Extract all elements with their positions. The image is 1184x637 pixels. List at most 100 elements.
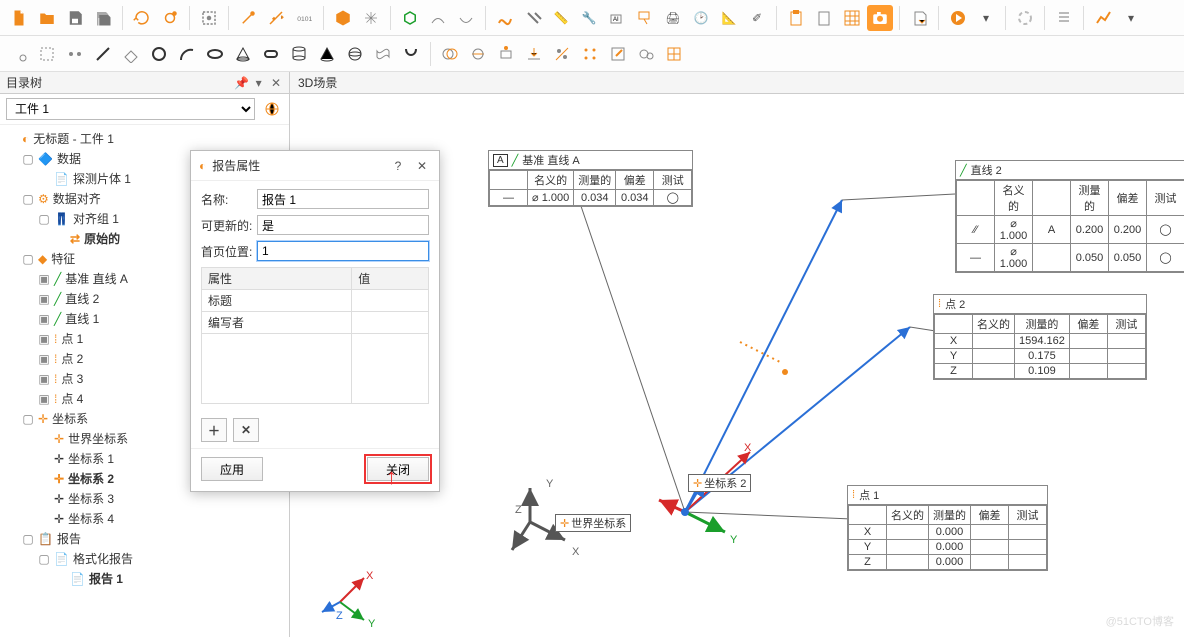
compass-icon[interactable]: ✐ — [744, 5, 770, 31]
surface-tool-icon[interactable] — [370, 41, 396, 67]
spinner-icon[interactable] — [1012, 5, 1038, 31]
tb2-1-icon[interactable] — [6, 41, 32, 67]
align-icon[interactable] — [263, 5, 289, 31]
updatable-input[interactable] — [257, 215, 429, 235]
world-cs-label: ✛世界坐标系 — [555, 514, 631, 532]
workpiece-select[interactable]: 工件 1 — [6, 98, 255, 120]
project-icon[interactable] — [521, 41, 547, 67]
line-tool-icon[interactable] — [90, 41, 116, 67]
slot-tool-icon[interactable] — [258, 41, 284, 67]
cone-tool-icon[interactable] — [230, 41, 256, 67]
dialog-close-icon[interactable]: ✕ — [413, 159, 431, 173]
cube-icon[interactable] — [330, 5, 356, 31]
tb2-2-icon[interactable] — [34, 41, 60, 67]
parab-tool-icon[interactable] — [398, 41, 424, 67]
toolbar-2 — [0, 36, 1184, 72]
callout-datum-line-a[interactable]: A╱基准 直线 A 名义的测量的偏差测试 —1.0000.0340.034◯ — [488, 150, 693, 207]
box-icon[interactable] — [397, 5, 423, 31]
gauge-icon[interactable]: 🕑 — [688, 5, 714, 31]
watermark: @51CTO博客 — [1106, 613, 1174, 629]
surf1-icon[interactable] — [425, 5, 451, 31]
list-icon[interactable] — [1051, 5, 1077, 31]
callout-point-2[interactable]: ⁞点 2 名义的测量的偏差测试 X1594.162 Y0.175 Z0.109 — [933, 294, 1147, 380]
panel-close-icon[interactable]: ✕ — [269, 76, 283, 90]
first-page-input[interactable] — [257, 241, 429, 261]
clipboard2-icon[interactable] — [811, 5, 837, 31]
curve-icon[interactable] — [492, 5, 518, 31]
scene-title: 3D场景 — [290, 72, 1184, 94]
apply-button[interactable]: 应用 — [201, 457, 263, 481]
cyl-tool-icon[interactable] — [286, 41, 312, 67]
caliper-icon[interactable] — [520, 5, 546, 31]
refresh-icon[interactable] — [129, 5, 155, 31]
pin-icon[interactable]: 📌 — [234, 76, 248, 90]
tag-icon[interactable]: AI — [604, 5, 630, 31]
plane-tool-icon[interactable] — [118, 41, 144, 67]
edit-feat-icon[interactable] — [605, 41, 631, 67]
play-icon[interactable] — [945, 5, 971, 31]
cs2-label: ✛坐标系 2 — [688, 474, 751, 492]
close-button[interactable]: 关闭 — [367, 457, 429, 481]
annotation-arrow-icon: ↑ — [386, 464, 397, 490]
matrix-icon[interactable]: 0101 — [291, 5, 317, 31]
callout-line-2[interactable]: ╱直线 2 名义的测量的偏差测试 ⁄⁄1.000A0.2000.200◯ —1.… — [955, 160, 1184, 273]
toolbar-1: 0101 📏 🔧 AI 🖨 🕑 📐 ✐ ▾ ▾ — [0, 0, 1184, 36]
tb2-3-icon[interactable] — [62, 41, 88, 67]
tree-panel-title: 目录树 — [6, 74, 42, 91]
axis-x-label: X — [572, 546, 579, 558]
new-file-icon[interactable] — [6, 5, 32, 31]
datum-letter: A — [493, 154, 508, 167]
mini-z-label: Z — [336, 610, 343, 622]
rebuild-icon[interactable] — [157, 5, 183, 31]
gears-icon[interactable] — [633, 41, 659, 67]
property-table[interactable]: 属性值 标题 编写者 — [201, 267, 429, 404]
ellipse-tool-icon[interactable] — [202, 41, 228, 67]
svg-text:AI: AI — [613, 17, 619, 23]
tree-panel-header: 目录树 📌 ▾ ✕ — [0, 72, 289, 94]
dock-icon[interactable]: ▾ — [252, 76, 266, 90]
clipboard-icon[interactable] — [783, 5, 809, 31]
callout-point-1[interactable]: ⁞点 1 名义的测量的偏差测试 X0.000 Y0.000 Z0.000 — [847, 485, 1048, 571]
dropdown-icon[interactable]: ▾ — [973, 5, 999, 31]
dialog-title: 报告属性 — [212, 157, 383, 174]
arc-tool-icon[interactable] — [174, 41, 200, 67]
bf-icon[interactable] — [549, 41, 575, 67]
callout-icon[interactable] — [632, 5, 658, 31]
probe-icon[interactable] — [235, 5, 261, 31]
mini-x-label: X — [366, 570, 373, 582]
pattern-icon[interactable] — [577, 41, 603, 67]
cs2-y-label: Y — [730, 534, 737, 546]
circle-tool-icon[interactable] — [146, 41, 172, 67]
add-prop-button[interactable]: ＋ — [201, 418, 227, 442]
extract-icon[interactable] — [493, 41, 519, 67]
report-properties-dialog: ◐ 报告属性 ? ✕ 名称: 可更新的: 首页位置: 属性值 标题 编写者 ＋ … — [190, 150, 440, 492]
help-icon[interactable]: ? — [389, 159, 407, 173]
settings-icon[interactable] — [196, 5, 222, 31]
stamp-icon[interactable]: 🖨 — [660, 5, 686, 31]
chart-dd-icon[interactable]: ▾ — [1118, 5, 1144, 31]
grid-icon[interactable] — [839, 5, 865, 31]
save-all-icon[interactable] — [90, 5, 116, 31]
save-icon[interactable] — [62, 5, 88, 31]
axis-y-label: Y — [546, 478, 553, 490]
report-name-input[interactable] — [257, 189, 429, 209]
wrench-icon[interactable]: 🔧 — [576, 5, 602, 31]
axis-z-label: Z — [515, 504, 522, 516]
dim1-icon[interactable]: 📏 — [548, 5, 574, 31]
globe-icon[interactable] — [261, 98, 283, 120]
ruler-icon[interactable]: 📐 — [716, 5, 742, 31]
construct-icon[interactable] — [465, 41, 491, 67]
svg-text:0101: 0101 — [297, 16, 312, 23]
remove-prop-button[interactable]: ✕ — [233, 418, 259, 442]
grid2-icon[interactable] — [661, 41, 687, 67]
sphere-tool-icon[interactable] — [342, 41, 368, 67]
export-icon[interactable] — [906, 5, 932, 31]
mesh-icon[interactable] — [358, 5, 384, 31]
cone2-tool-icon[interactable] — [314, 41, 340, 67]
mini-y-label: Y — [368, 618, 375, 630]
chart-icon[interactable] — [1090, 5, 1116, 31]
intersect-icon[interactable] — [437, 41, 463, 67]
camera-icon[interactable] — [867, 5, 893, 31]
surf2-icon[interactable] — [453, 5, 479, 31]
open-folder-icon[interactable] — [34, 5, 60, 31]
